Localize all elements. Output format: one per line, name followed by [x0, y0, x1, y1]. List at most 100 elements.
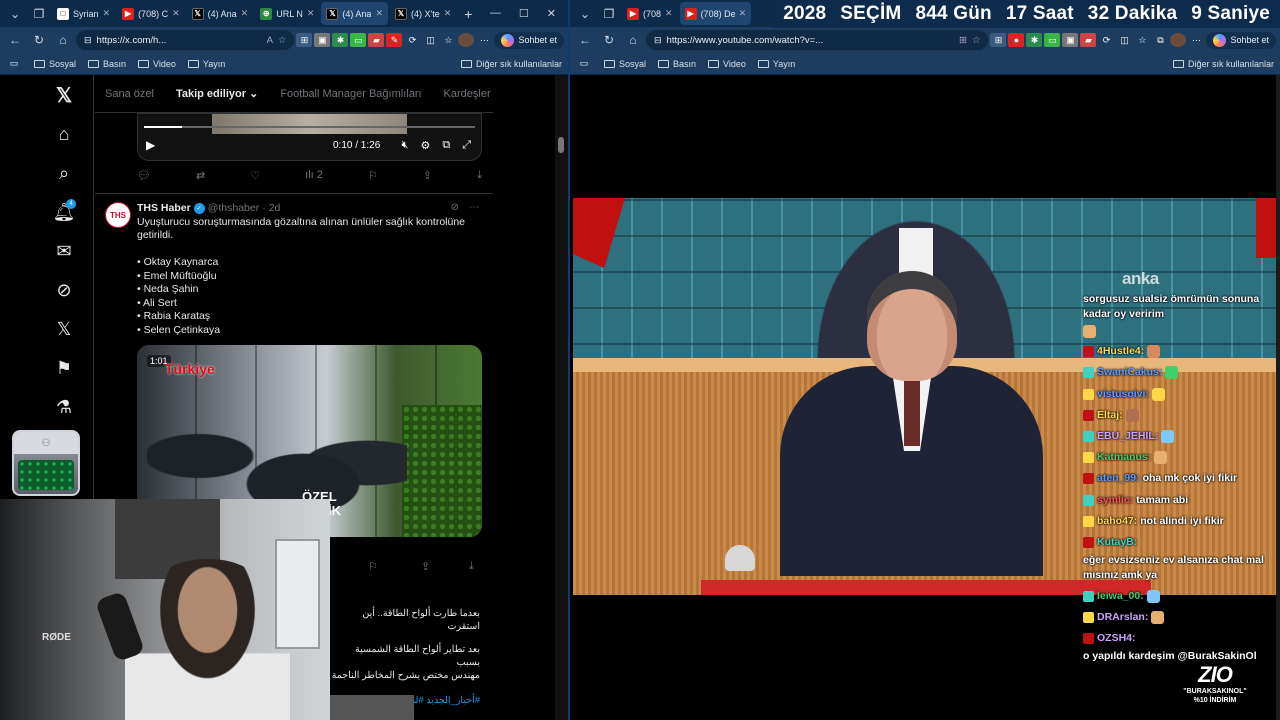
- split-screen-icon[interactable]: ◫: [1116, 33, 1132, 47]
- extension-icon[interactable]: ▣: [314, 33, 331, 47]
- bookmark-folder[interactable]: Sosyal: [604, 59, 646, 69]
- tab-for-you[interactable]: Sana özel: [105, 88, 154, 100]
- page-scrollbar[interactable]: [1276, 75, 1280, 720]
- close-window-icon[interactable]: ✕: [547, 7, 556, 20]
- home-icon[interactable]: ⌂: [622, 29, 644, 51]
- address-bar[interactable]: ⊟ https://x.com/h... A ☆: [76, 30, 295, 50]
- extension-icon[interactable]: ●: [1008, 33, 1025, 47]
- more-menu-icon[interactable]: ⋯: [1188, 33, 1204, 47]
- favorite-star-icon[interactable]: ☆: [278, 35, 287, 46]
- flask-icon[interactable]: ⚗: [50, 393, 78, 421]
- workspaces-icon[interactable]: ❐: [598, 3, 620, 25]
- more-menu-icon[interactable]: ⋯: [476, 33, 492, 47]
- read-aloud-icon[interactable]: A: [267, 35, 273, 46]
- views-count[interactable]: ılı 2: [305, 169, 323, 182]
- retweet-icon[interactable]: ⇄: [196, 169, 205, 182]
- sidebar-toggle-icon[interactable]: ▭: [6, 57, 22, 71]
- close-tab-icon[interactable]: ✕: [103, 8, 111, 19]
- extensions-puzzle-icon[interactable]: ⟳: [1098, 33, 1114, 47]
- extension-icon[interactable]: ▭: [1044, 33, 1061, 47]
- extension-icon[interactable]: ⊞: [990, 33, 1007, 47]
- refresh-icon[interactable]: ↻: [28, 29, 50, 51]
- tweet-author-name[interactable]: THS Haber: [137, 202, 191, 214]
- tweet[interactable]: THS THS Haber ✓ @thshaber · 2d ⊘ ⋯ Uyuştu…: [95, 193, 493, 537]
- back-icon[interactable]: ←: [574, 29, 596, 51]
- copilot-button[interactable]: Sohbet et: [1206, 31, 1276, 49]
- extension-icon[interactable]: ⊞: [296, 33, 313, 47]
- arabic-tweet[interactable]: بعدما طارت ألواح الطاقة.. أين استقرت بعد…: [330, 585, 480, 720]
- bookmark-icon[interactable]: ⚐: [368, 560, 378, 573]
- tweet-media-thumbnail[interactable]: [330, 695, 414, 720]
- minimize-icon[interactable]: —: [490, 7, 501, 20]
- collections-icon[interactable]: ⧉: [1152, 33, 1168, 47]
- close-tab-icon[interactable]: ✕: [375, 8, 383, 19]
- tweet-handle[interactable]: @thshaber: [208, 202, 260, 214]
- download-icon[interactable]: ⤓: [477, 169, 482, 182]
- grok-icon[interactable]: ⊘: [50, 276, 78, 304]
- site-info-icon[interactable]: ⊟: [84, 35, 92, 46]
- back-icon[interactable]: ←: [4, 29, 26, 51]
- extension-icon[interactable]: ▰: [368, 33, 385, 47]
- browser-tab[interactable]: ▶ (708) De ✕: [679, 2, 752, 25]
- browser-tab[interactable]: ▶ (708 ✕: [622, 2, 678, 25]
- favorites-icon[interactable]: ☆: [440, 33, 456, 47]
- more-options-icon[interactable]: ⋯: [469, 202, 479, 213]
- youtube-player-area[interactable]: anka sorgusuz sualsiz ömrümün sonuna kad…: [570, 75, 1280, 720]
- bookmark-folder[interactable]: Basın: [658, 59, 696, 69]
- other-bookmarks-folder[interactable]: Diğer sık kullanılanlar: [1172, 59, 1274, 69]
- fullscreen-icon[interactable]: ⤢: [462, 139, 471, 152]
- tab-football-manager[interactable]: Football Manager Bağımlıları: [280, 88, 421, 100]
- tab-actions-chevron-icon[interactable]: ⌄: [4, 3, 26, 25]
- extension-icon[interactable]: ✱: [1026, 33, 1043, 47]
- tab-following[interactable]: Takip ediliyor ⌄: [176, 87, 258, 100]
- profile-avatar[interactable]: [458, 33, 475, 47]
- x-logo-icon[interactable]: 𝕏: [50, 81, 78, 109]
- grok-analyze-icon[interactable]: ⊘: [451, 202, 459, 213]
- search-icon[interactable]: ⌕: [50, 159, 78, 187]
- tab-actions-chevron-icon[interactable]: ⌄: [574, 3, 596, 25]
- address-bar[interactable]: ⊟ https://www.youtube.com/watch?v=... ⊞ …: [646, 30, 989, 50]
- bookmark-folder[interactable]: Video: [138, 59, 176, 69]
- pip-icon[interactable]: ⧉: [442, 139, 450, 152]
- split-screen-icon[interactable]: ◫: [422, 33, 438, 47]
- avatar[interactable]: THS: [105, 202, 131, 228]
- close-tab-icon[interactable]: ✕: [172, 8, 180, 19]
- bookmark-folder[interactable]: Sosyal: [34, 59, 76, 69]
- bookmark-folder[interactable]: Basın: [88, 59, 126, 69]
- bookmark-folder[interactable]: Yayın: [187, 59, 225, 69]
- copilot-button[interactable]: Sohbet et: [494, 31, 564, 49]
- bookmarks-icon[interactable]: ⚑: [50, 354, 78, 382]
- bookmark-folder[interactable]: Video: [708, 59, 746, 69]
- browser-tab[interactable]: □ Syrian ✕: [52, 2, 115, 25]
- browser-tab[interactable]: 𝕏 (4) X'te ✕: [390, 2, 456, 25]
- site-info-icon[interactable]: ⊟: [654, 35, 662, 46]
- browser-tab[interactable]: 𝕏 (4) Ana ✕: [321, 2, 388, 25]
- sidebar-toggle-icon[interactable]: ▭: [576, 57, 592, 71]
- settings-gear-icon[interactable]: ⚙: [420, 139, 430, 152]
- home-icon[interactable]: ⌂: [52, 29, 74, 51]
- maximize-icon[interactable]: ☐: [519, 7, 529, 20]
- video-player[interactable]: ▶ 0:10 / 1:26 🔇︎ ⚙ ⧉ ⤢: [137, 113, 482, 161]
- browser-tab[interactable]: ▶ (708) C ✕: [117, 2, 185, 25]
- tab-kardesler[interactable]: Kardeşler Kıra: [444, 88, 493, 100]
- share-icon[interactable]: ⇪: [421, 560, 430, 573]
- extension-icon[interactable]: ▰: [1080, 33, 1097, 47]
- mute-icon[interactable]: 🔇︎: [402, 139, 409, 152]
- new-tab-button[interactable]: +: [458, 6, 478, 22]
- reply-icon[interactable]: 💬︎: [137, 169, 151, 182]
- notifications-bell-icon[interactable]: 🔔︎ 4: [50, 198, 78, 226]
- profile-avatar[interactable]: [1170, 33, 1187, 47]
- extension-icon[interactable]: ✱: [332, 33, 349, 47]
- bookmark-folder[interactable]: Yayın: [757, 59, 795, 69]
- play-icon[interactable]: ▶: [146, 138, 155, 152]
- extension-icon[interactable]: ▣: [1062, 33, 1079, 47]
- app-install-icon[interactable]: ⊞: [959, 35, 967, 46]
- video-scrubber[interactable]: [144, 126, 475, 128]
- close-tab-icon[interactable]: ✕: [307, 8, 315, 19]
- close-tab-icon[interactable]: ✕: [665, 8, 673, 19]
- browser-tab[interactable]: ⊕ URL N ✕: [255, 2, 319, 25]
- favorites-icon[interactable]: ☆: [1134, 33, 1150, 47]
- close-tab-icon[interactable]: ✕: [241, 8, 249, 19]
- page-scrollbar[interactable]: [555, 75, 568, 720]
- extension-icon[interactable]: ▭: [350, 33, 367, 47]
